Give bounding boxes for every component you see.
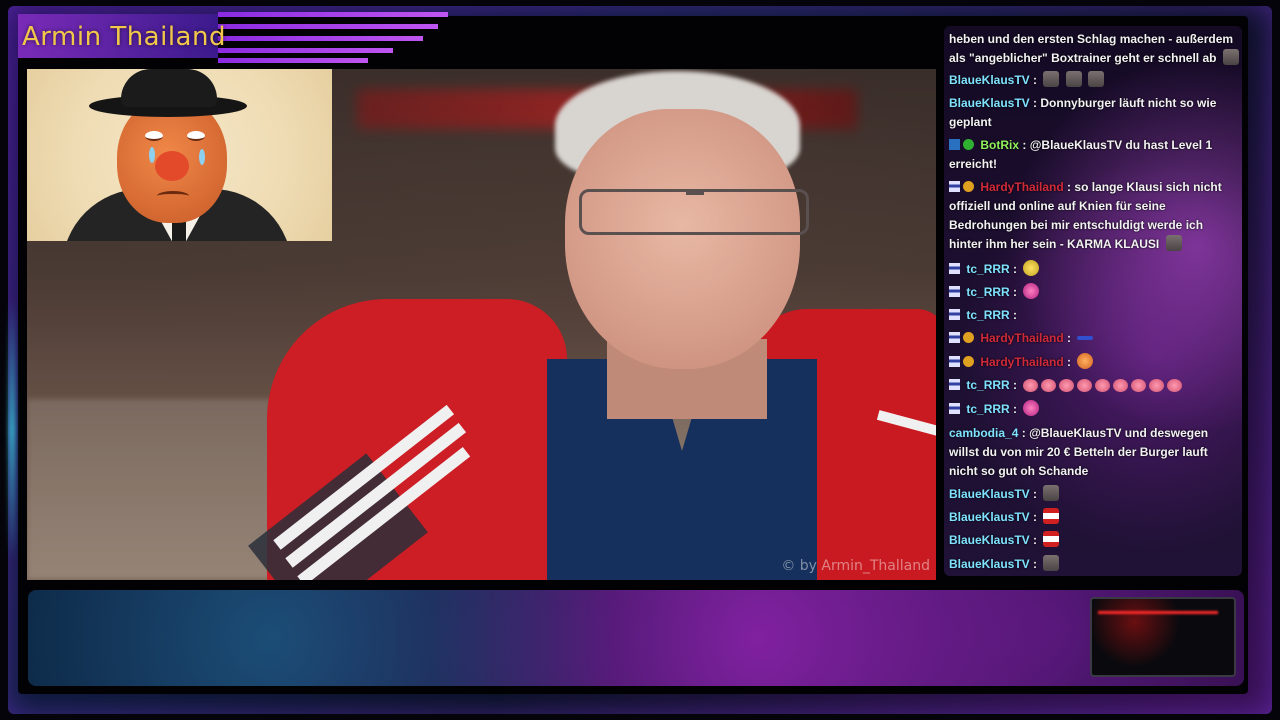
chat-message: BlaueKlausTV : xyxy=(949,531,1239,550)
chat-username[interactable]: BlaueKlausTV xyxy=(949,557,1030,571)
title-stripe xyxy=(218,24,438,29)
emote-icon xyxy=(1167,379,1183,392)
chat-message: HardyThailand : xyxy=(949,353,1239,372)
chat-username[interactable]: HardyThailand xyxy=(980,180,1063,194)
crying-clown-avatar xyxy=(27,69,332,241)
avatar-tie xyxy=(172,221,186,241)
emote-icon xyxy=(1165,235,1182,251)
avatar-mouth xyxy=(157,191,189,201)
glasses xyxy=(579,189,809,235)
warning-badge-icon xyxy=(963,181,974,192)
chat-message: BlaueKlausTV : xyxy=(949,71,1239,90)
title-stripe xyxy=(218,36,423,41)
emote-icon xyxy=(1023,283,1040,299)
warning-badge-icon xyxy=(963,332,974,343)
bot-badge-icon xyxy=(949,139,960,150)
chat-username[interactable]: BlaueKlausTV xyxy=(949,510,1030,524)
chat-username[interactable]: tc_RRR xyxy=(966,308,1009,322)
warning-badge-icon xyxy=(963,356,974,367)
chat-message: BotRix : @BlaueKlausTV du hast Level 1 e… xyxy=(949,138,1213,171)
chat-message: tc_RRR : xyxy=(949,400,1239,419)
flag-badge-icon xyxy=(949,263,960,274)
chat-panel[interactable]: heben und den ersten Schlag machen - auß… xyxy=(944,26,1242,576)
emote-icon xyxy=(1077,336,1094,340)
emote-icon xyxy=(1222,49,1239,65)
emote-icon xyxy=(1149,379,1165,392)
flag-badge-icon xyxy=(949,181,960,192)
emote-icon xyxy=(1043,71,1060,87)
emote-icon xyxy=(1023,400,1040,416)
emote-icon xyxy=(1041,379,1057,392)
chat-username[interactable]: BlaueKlausTV xyxy=(949,73,1030,87)
chat-message: tc_RRR : xyxy=(949,283,1239,302)
avatar-tear xyxy=(149,147,155,163)
emote-icon xyxy=(1077,379,1093,392)
verified-badge-icon xyxy=(963,139,974,150)
chat-message: BlaueKlausTV : xyxy=(949,508,1239,527)
chat-username[interactable]: HardyThailand xyxy=(980,355,1063,369)
flag-badge-icon xyxy=(949,356,960,367)
face xyxy=(565,109,800,369)
chat-message: BlaueKlausTV : Donnyburger läuft nicht s… xyxy=(949,96,1217,129)
chat-message: HardyThailand : xyxy=(949,329,1239,348)
title-stripe xyxy=(218,12,448,17)
chat-username[interactable]: BlaueKlausTV xyxy=(949,533,1030,547)
emote-icon xyxy=(1095,379,1111,392)
chat-username[interactable]: BotRix xyxy=(980,138,1019,152)
emote-icon xyxy=(1043,485,1060,501)
chat-username[interactable]: cambodia_4 xyxy=(949,426,1018,440)
chat-message-text: heben und den ersten Schlag machen - auß… xyxy=(949,32,1234,65)
flag-badge-icon xyxy=(949,286,960,297)
emote-icon xyxy=(1131,379,1147,392)
chat-message: tc_RRR : xyxy=(949,260,1239,279)
emote-icon xyxy=(1043,555,1060,571)
chat-message: cambodia_4 : @BlaueKlausTV und deswegen … xyxy=(949,426,1209,478)
chat-message: heben und den ersten Schlag machen - auß… xyxy=(949,30,1239,68)
avatar-tear xyxy=(199,149,205,165)
title-stripe xyxy=(218,58,368,63)
chat-message: tc_RRR : xyxy=(949,306,1239,325)
chat-message: tc_RRR : xyxy=(949,376,1239,395)
flag-badge-icon xyxy=(949,379,960,390)
emote-icon xyxy=(1088,71,1105,87)
chat-username[interactable]: tc_RRR xyxy=(966,402,1009,416)
edge-glow xyxy=(8,300,16,560)
emote-icon xyxy=(1113,379,1129,392)
flag-badge-icon xyxy=(949,403,960,414)
watermark: © by Armin_Thalland xyxy=(781,558,930,574)
chat-message: HardyThailand : so lange Klausi sich nic… xyxy=(949,180,1222,251)
chat-username[interactable]: BlaueKlausTV xyxy=(949,487,1030,501)
bottom-banner xyxy=(28,590,1244,686)
title-stripe xyxy=(218,48,393,53)
chat-username[interactable]: tc_RRR xyxy=(966,262,1009,276)
stream-title: Armin Thailand xyxy=(22,22,226,52)
avatar-eye xyxy=(145,131,163,141)
emote-icon xyxy=(1059,379,1075,392)
emote-icon xyxy=(1023,260,1040,276)
chat-message: BlaueKlausTV : xyxy=(949,485,1239,504)
emote-icon xyxy=(1023,379,1039,392)
chat-username[interactable]: BlaueKlausTV xyxy=(949,96,1030,110)
emote-icon xyxy=(1043,531,1060,547)
flag-badge-icon xyxy=(949,332,960,343)
emote-icon xyxy=(1077,353,1094,369)
mini-preview xyxy=(1090,597,1236,677)
avatar-eye xyxy=(187,131,205,141)
chat-username[interactable]: HardyThailand xyxy=(980,331,1063,345)
chat-username[interactable]: tc_RRR xyxy=(966,285,1009,299)
avatar-hat-top xyxy=(121,69,217,107)
emote-icon xyxy=(1043,508,1060,524)
chat-username[interactable]: tc_RRR xyxy=(966,378,1009,392)
emote-icon xyxy=(1065,71,1082,87)
avatar-clown-nose xyxy=(155,151,189,181)
flag-badge-icon xyxy=(949,309,960,320)
chat-message: BlaueKlausTV : xyxy=(949,555,1239,574)
